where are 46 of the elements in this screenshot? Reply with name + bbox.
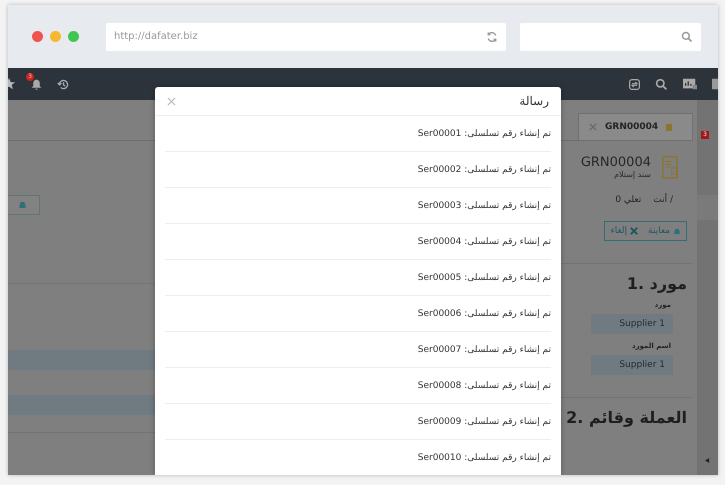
reload-icon[interactable] — [486, 30, 498, 42]
cancel-button[interactable]: إلغاء — [605, 222, 644, 240]
close-icon[interactable] — [589, 123, 597, 131]
search-icon — [681, 30, 693, 42]
document-tab[interactable]: GRN00004 — [578, 113, 693, 140]
chart-icon[interactable] — [682, 77, 698, 91]
message-text: تم إنشاء رقم تسلسلى: Ser00007 — [418, 344, 551, 354]
square-icon — [666, 124, 672, 130]
bell-icon[interactable] — [30, 78, 43, 90]
preview-button[interactable]: معاينة — [643, 222, 686, 240]
close-icon[interactable] — [167, 96, 176, 106]
document-subtitle: سند إستلام — [614, 170, 651, 179]
comment-count: 0 تعلي — [615, 195, 642, 205]
message-text: تم إنشاء رقم تسلسلى: Ser00009 — [418, 416, 551, 426]
search-icon[interactable] — [655, 78, 668, 90]
message-text: تم إنشاء رقم تسلسلى: Ser00008 — [418, 380, 551, 390]
supplier-field[interactable]: Supplier 1 — [591, 314, 673, 334]
address-field[interactable]: http://dafater.biz — [106, 22, 506, 50]
minimize-light[interactable] — [50, 31, 61, 42]
message-text: تم إنشاء رقم تسلسلى: Ser00010 — [418, 452, 551, 462]
owner-label: أنت / — [653, 195, 673, 205]
print-button[interactable] — [8, 195, 40, 215]
supplier-field[interactable]: Supplier 1 — [591, 355, 673, 375]
section-title: 2. العملة وقائم — [566, 408, 687, 427]
scroll-thumb[interactable] — [697, 195, 718, 220]
dialog-title: رسالة — [519, 94, 549, 108]
section-title: 1. مورد — [626, 274, 687, 293]
message-text: تم إنشاء رقم تسلسلى: Ser00001 — [418, 128, 551, 138]
message-text: تم إنشاء رقم تسلسلى: Ser00002 — [418, 164, 551, 174]
history-icon[interactable] — [57, 78, 70, 90]
search-field[interactable] — [520, 22, 701, 50]
tab-label: GRN00004 — [605, 122, 658, 132]
scroll-arrow-icon[interactable] — [705, 458, 710, 463]
document-icon[interactable] — [712, 77, 718, 91]
printer-icon — [673, 228, 681, 234]
close-light[interactable] — [32, 31, 43, 42]
message-text: تم إنشاء رقم تسلسلى: Ser00005 — [418, 272, 551, 282]
message-text: تم إنشاء رقم تسلسلى: Ser00004 — [418, 236, 551, 246]
receipt-icon — [661, 155, 679, 179]
sync-icon[interactable] — [628, 78, 641, 90]
document-title: GRN00004 — [580, 155, 651, 170]
message-text: تم إنشاء رقم تسلسلى: Ser00006 — [418, 308, 551, 318]
close-icon — [630, 227, 638, 235]
maximize-light[interactable] — [68, 31, 79, 42]
printer-icon — [18, 201, 26, 209]
message-text: تم إنشاء رقم تسلسلى: Ser00003 — [418, 200, 551, 210]
